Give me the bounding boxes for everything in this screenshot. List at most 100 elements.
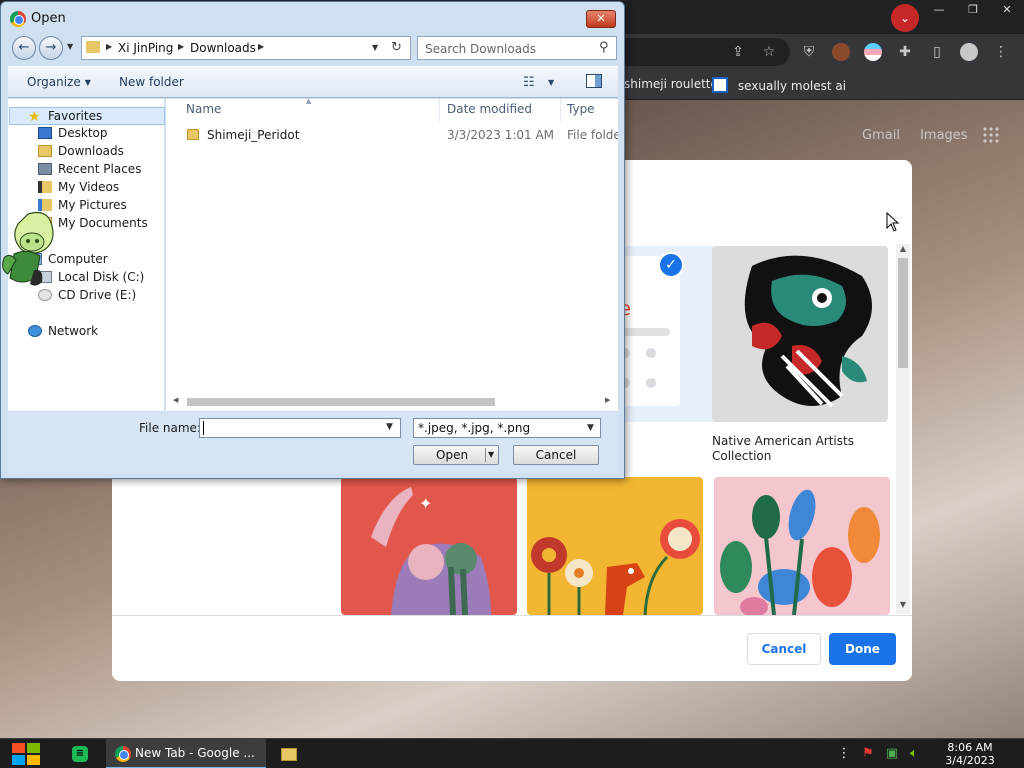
file-list: ▲ Name Date modified Type Shimeji_Perido… xyxy=(166,99,618,411)
file-explorer-icon[interactable] xyxy=(281,748,297,761)
nav-item-videos[interactable]: My Videos xyxy=(38,180,119,194)
address-bar[interactable]: ▶ Xi JinPing ▶ Downloads ▶ ▼ ↻ xyxy=(81,36,411,60)
gmail-link[interactable]: Gmail xyxy=(862,128,900,143)
window-controls: — ❐ ✕ xyxy=(922,0,1024,18)
profile-icon[interactable] xyxy=(960,43,978,61)
dialog-cancel-button[interactable]: Cancel xyxy=(513,445,599,465)
column-divider[interactable] xyxy=(560,99,561,121)
show-hidden-icons-icon[interactable]: ⋮ xyxy=(836,746,852,762)
organize-button[interactable]: Organize ▼ xyxy=(27,75,91,89)
file-name-dropdown-icon[interactable]: ▼ xyxy=(386,422,393,432)
action-center-flag-icon[interactable]: ⚑ xyxy=(860,746,876,762)
split-divider xyxy=(485,448,486,462)
scroll-down-icon[interactable]: ▼ xyxy=(896,600,910,609)
view-options-icon[interactable]: ☷ xyxy=(523,75,535,90)
images-link[interactable]: Images xyxy=(920,128,968,143)
system-clock[interactable]: 8:06 AM 3/4/2023 xyxy=(935,741,1005,767)
taskbar-chrome-button[interactable]: New Tab - Google ... xyxy=(106,739,266,768)
customize-cancel-button[interactable]: Cancel xyxy=(747,633,821,665)
videos-folder-icon xyxy=(38,181,52,193)
breadcrumb-chevron-icon[interactable]: ▶ xyxy=(258,42,264,51)
bookmark-shimeji-roulette[interactable]: shimeji roulette xyxy=(624,77,718,91)
customize-footer: Cancel Done xyxy=(112,615,912,681)
close-icon[interactable]: ✕ xyxy=(990,0,1024,18)
tab-search-icon[interactable]: ⌄ xyxy=(891,4,919,32)
refresh-icon[interactable]: ↻ xyxy=(391,40,402,55)
puzzle-extensions-icon[interactable]: ✚ xyxy=(896,43,914,61)
scroll-left-icon[interactable]: ◀ xyxy=(173,396,178,404)
dialog-close-button[interactable]: ✕ xyxy=(586,10,616,28)
breadcrumb-downloads[interactable]: Downloads xyxy=(190,41,256,55)
file-list-hscrollbar[interactable]: ◀ ▶ xyxy=(171,395,614,409)
forward-arrow-icon[interactable]: → xyxy=(39,36,63,60)
search-placeholder: Search Downloads xyxy=(425,42,536,56)
nav-item-desktop[interactable]: Desktop xyxy=(38,126,108,140)
side-panel-icon[interactable]: ▯ xyxy=(928,43,946,61)
breadcrumb-chevron-icon[interactable]: ▶ xyxy=(106,42,112,51)
column-header-type[interactable]: Type xyxy=(567,102,595,116)
bookmark-star-icon[interactable]: ☆ xyxy=(760,43,778,61)
open-button[interactable]: Open ▼ xyxy=(413,445,499,465)
background-tile-women[interactable]: ✦ xyxy=(341,477,517,615)
new-folder-button[interactable]: New folder xyxy=(119,75,184,89)
search-box[interactable]: Search Downloads ⚲ xyxy=(417,36,617,60)
background-tile-flowers[interactable] xyxy=(527,477,703,615)
share-icon[interactable]: ⇪ xyxy=(729,43,747,61)
nav-item-downloads[interactable]: Downloads xyxy=(38,144,124,158)
spotify-app-icon[interactable]: ≡ xyxy=(72,746,88,762)
start-button-icon[interactable] xyxy=(10,741,42,767)
file-row[interactable]: Shimeji_Peridot 3/3/2023 1:01 AM File fo… xyxy=(166,126,618,146)
breadcrumb-chevron-icon[interactable]: ▶ xyxy=(178,42,184,51)
maximize-icon[interactable]: ❐ xyxy=(956,0,990,18)
recent-locations-chevron-icon[interactable]: ▼ xyxy=(67,42,73,51)
gallery-scrollbar[interactable]: ▲ ▼ xyxy=(896,244,910,614)
column-header-date[interactable]: Date modified xyxy=(447,102,532,116)
open-options-dropdown-icon[interactable]: ▼ xyxy=(488,450,494,459)
dialog-bottom: File name: ▼ *.jpeg, *.jpg, *.png ▼ Open… xyxy=(8,412,618,474)
command-bar: Organize ▼ New folder ☷ ▼ xyxy=(8,66,618,98)
file-type-dropdown-icon: ▼ xyxy=(587,423,594,433)
network-icon xyxy=(28,325,42,337)
nav-item-recent-places[interactable]: Recent Places xyxy=(38,162,141,176)
hscroll-thumb[interactable] xyxy=(187,398,495,406)
volume-icon[interactable]: 🔈︎ xyxy=(906,746,922,762)
file-type-value: *.jpeg, *.jpg, *.png xyxy=(418,421,531,435)
scroll-right-icon[interactable]: ▶ xyxy=(605,396,610,404)
preview-pane-icon[interactable] xyxy=(586,74,602,88)
background-tile-plants[interactable] xyxy=(714,477,890,615)
network-tray-icon[interactable]: ▣ xyxy=(884,746,900,762)
back-arrow-icon[interactable]: ← xyxy=(12,36,36,60)
ublock-extension-icon[interactable]: ⛨ xyxy=(800,43,818,61)
downloads-folder-icon xyxy=(38,145,52,157)
bookmark-favicon-icon xyxy=(712,77,728,93)
extension-flag-icon[interactable] xyxy=(864,43,882,61)
google-apps-icon[interactable] xyxy=(982,126,1000,144)
column-header-name[interactable]: Name xyxy=(186,102,221,116)
scroll-up-icon[interactable]: ▲ xyxy=(896,244,910,253)
bookmark-label: sexually molest ai xyxy=(737,79,847,93)
svg-text:✦: ✦ xyxy=(419,494,432,513)
mouse-cursor-icon xyxy=(886,212,900,232)
customize-done-button[interactable]: Done xyxy=(829,633,896,665)
address-dropdown-icon[interactable]: ▼ xyxy=(372,43,378,52)
nav-item-favorites[interactable]: ★ Favorites xyxy=(9,107,165,125)
scrollbar-thumb[interactable] xyxy=(898,258,908,368)
bookmark-ai[interactable]: sexually molest ai xyxy=(712,77,846,93)
background-tile-native[interactable] xyxy=(712,246,888,422)
peridot-mascot-icon[interactable] xyxy=(0,208,62,298)
minimize-icon[interactable]: — xyxy=(922,0,956,18)
menu-kebab-icon[interactable]: ⋮ xyxy=(992,43,1010,61)
flowers-art-image xyxy=(531,519,700,615)
extension-avatar-icon[interactable] xyxy=(832,43,850,61)
bookmark-label: shimeji roulette xyxy=(624,77,718,91)
view-dropdown-icon[interactable]: ▼ xyxy=(548,78,554,87)
search-icon[interactable]: ⚲ xyxy=(599,40,609,55)
breadcrumb-user[interactable]: Xi JinPing xyxy=(118,41,173,55)
tile-caption-native: Native American Artists Collection xyxy=(712,434,854,463)
nav-item-network[interactable]: Network xyxy=(28,324,98,338)
file-name-label: File name: xyxy=(139,421,201,435)
file-name-input[interactable] xyxy=(199,418,401,438)
column-divider[interactable] xyxy=(439,99,440,121)
file-type-select[interactable]: *.jpeg, *.jpg, *.png ▼ xyxy=(413,418,601,438)
selected-check-icon: ✓ xyxy=(658,252,684,278)
